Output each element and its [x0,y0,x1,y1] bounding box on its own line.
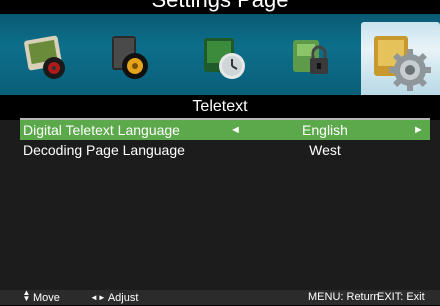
menu-return-hint: MENU: Return [308,291,380,303]
exit-hint: EXIT: Exit [377,291,425,303]
row-label: Digital Teletext Language [23,122,180,138]
panel-title: Teletext [0,95,440,118]
main-menu-icon-bar [0,14,440,109]
footer-hint-bar: ▲ ▼ Move ◄► Adjust MENU: Return EXIT: Exit [0,288,440,306]
row-value: English [302,122,348,138]
page-caption: Settings Page [0,0,440,12]
top-strip: Settings Page [0,0,440,14]
right-arrow-icon[interactable]: ► [413,120,424,140]
move-label: Move [33,292,60,304]
adjust-hint: ◄► Adjust [90,290,138,306]
digital-teletext-language-row[interactable]: Digital Teletext Language ◄ English ► [20,120,430,140]
setup-icon[interactable] [361,22,440,100]
row-label: Decoding Page Language [23,142,185,158]
up-down-arrows-icon: ▲ ▼ [22,288,31,303]
sound-icon[interactable] [100,28,158,86]
picture-icon[interactable] [18,28,76,86]
move-hint: ▲ ▼ Move [22,288,60,306]
time-icon[interactable] [196,28,254,86]
decoding-page-language-row[interactable]: Decoding Page Language West [20,140,430,160]
settings-panel: Digital Teletext Language ◄ English ► De… [0,120,440,290]
adjust-label: Adjust [107,292,139,304]
lock-icon[interactable] [283,28,341,86]
left-arrow-icon[interactable]: ◄ [230,120,241,140]
row-value: West [309,142,341,158]
left-right-arrows-icon: ◄► [90,293,106,302]
